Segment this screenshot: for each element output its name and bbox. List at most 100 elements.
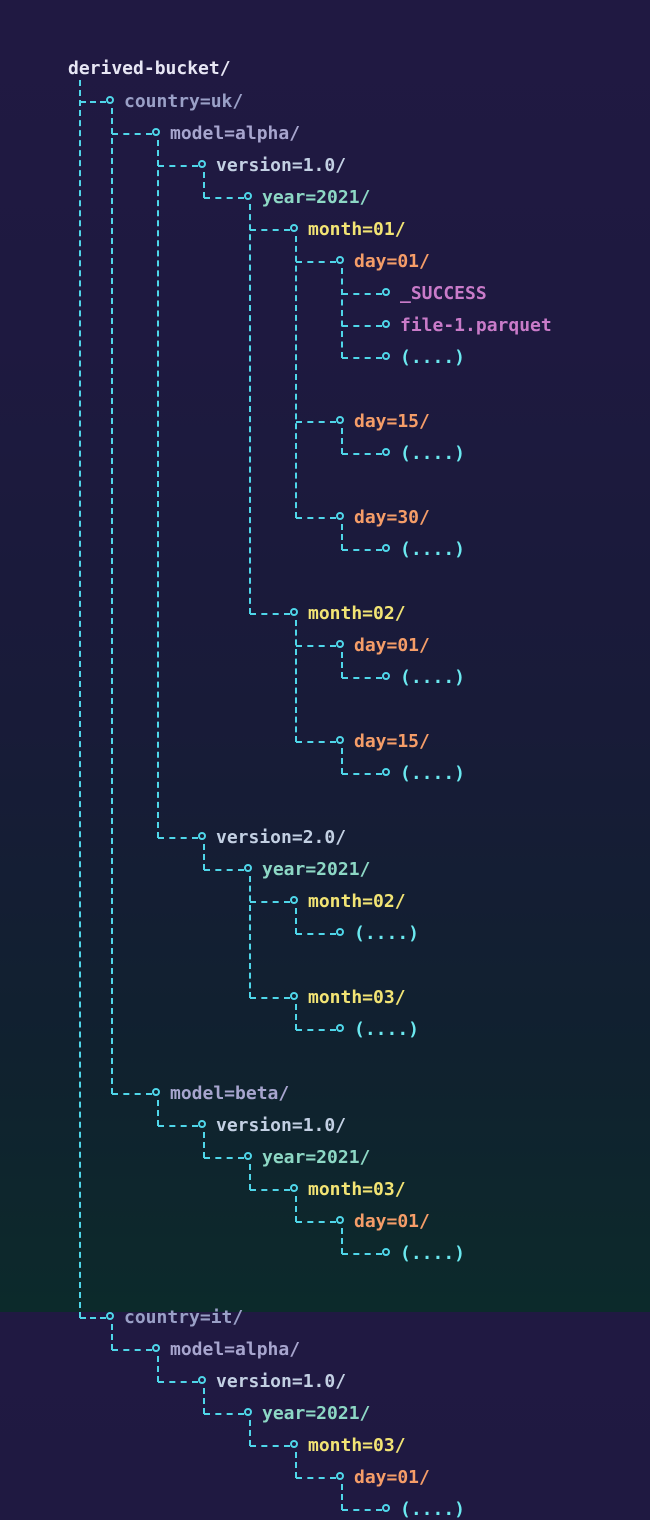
tree-node-label: model=alpha/ xyxy=(170,1339,300,1360)
expand-node-icon[interactable] xyxy=(290,1184,298,1192)
expand-node-icon[interactable] xyxy=(382,672,390,680)
tree-connector-horizontal xyxy=(296,261,336,263)
tree-node-label: year=2021/ xyxy=(262,859,370,880)
expand-node-icon[interactable] xyxy=(106,96,114,104)
tree-connector-horizontal xyxy=(342,1509,382,1511)
tree-connector-vertical xyxy=(295,1452,297,1478)
tree-node-label: month=03/ xyxy=(308,1435,406,1456)
tree-connector-horizontal xyxy=(158,1125,198,1127)
tree-connector-horizontal xyxy=(250,229,290,231)
tree-connector-vertical xyxy=(249,1420,251,1446)
tree-connector-horizontal xyxy=(296,1477,336,1479)
tree-connector-vertical xyxy=(341,268,343,358)
tree-connector-horizontal xyxy=(204,197,244,199)
expand-node-icon[interactable] xyxy=(290,608,298,616)
expand-node-icon[interactable] xyxy=(290,1440,298,1448)
tree-node-label: month=03/ xyxy=(308,987,406,1008)
tree-connector-vertical xyxy=(203,1132,205,1158)
tree-connector-horizontal xyxy=(112,1093,152,1095)
expand-node-icon[interactable] xyxy=(382,1248,390,1256)
tree-connector-horizontal xyxy=(342,677,382,679)
expand-node-icon[interactable] xyxy=(336,416,344,424)
expand-node-icon[interactable] xyxy=(198,1120,206,1128)
expand-node-icon[interactable] xyxy=(336,1216,344,1224)
expand-node-icon[interactable] xyxy=(382,544,390,552)
expand-node-icon[interactable] xyxy=(336,928,344,936)
expand-node-icon[interactable] xyxy=(382,352,390,360)
expand-node-icon[interactable] xyxy=(106,1312,114,1320)
expand-node-icon[interactable] xyxy=(198,832,206,840)
tree-connector-horizontal xyxy=(204,1413,244,1415)
tree-connector-vertical xyxy=(79,80,81,1318)
tree-node-label: year=2021/ xyxy=(262,1403,370,1424)
tree-node-label: day=15/ xyxy=(354,411,430,432)
tree-node-label: day=01/ xyxy=(354,1467,430,1488)
tree-node-label: (....) xyxy=(400,1499,465,1520)
tree-connector-horizontal xyxy=(296,933,336,935)
expand-node-icon[interactable] xyxy=(382,448,390,456)
expand-node-icon[interactable] xyxy=(336,736,344,744)
expand-node-icon[interactable] xyxy=(290,224,298,232)
expand-node-icon[interactable] xyxy=(198,160,206,168)
tree-node-label: (....) xyxy=(354,923,419,944)
tree-connector-horizontal xyxy=(250,997,290,999)
tree-connector-horizontal xyxy=(112,1349,152,1351)
tree-node-label: (....) xyxy=(400,763,465,784)
tree-node-label: model=alpha/ xyxy=(170,123,300,144)
tree-connector-horizontal xyxy=(250,1445,290,1447)
expand-node-icon[interactable] xyxy=(244,192,252,200)
tree-node-label: (....) xyxy=(400,443,465,464)
tree-connector-horizontal xyxy=(250,613,290,615)
tree-connector-vertical xyxy=(341,428,343,454)
tree-node-label: (....) xyxy=(400,667,465,688)
tree-connector-vertical xyxy=(157,140,159,838)
expand-node-icon[interactable] xyxy=(382,288,390,296)
expand-node-icon[interactable] xyxy=(152,1344,160,1352)
tree-connector-vertical xyxy=(341,652,343,678)
tree-connector-horizontal xyxy=(80,1317,106,1319)
tree-node-label: country=uk/ xyxy=(124,91,243,112)
tree-connector-vertical xyxy=(341,524,343,550)
tree-connector-vertical xyxy=(295,908,297,934)
tree-connector-horizontal xyxy=(342,357,382,359)
expand-node-icon[interactable] xyxy=(336,1024,344,1032)
tree-node-label: (....) xyxy=(354,1019,419,1040)
tree-connector-vertical xyxy=(111,108,113,1094)
tree-connector-horizontal xyxy=(204,869,244,871)
expand-node-icon[interactable] xyxy=(244,1152,252,1160)
tree-connector-vertical xyxy=(249,876,251,998)
expand-node-icon[interactable] xyxy=(152,1088,160,1096)
tree-connector-horizontal xyxy=(342,453,382,455)
expand-node-icon[interactable] xyxy=(290,896,298,904)
tree-node-label: model=beta/ xyxy=(170,1083,289,1104)
tree-connector-horizontal xyxy=(250,901,290,903)
tree-connector-vertical xyxy=(249,1164,251,1190)
tree-connector-horizontal xyxy=(342,325,382,327)
expand-node-icon[interactable] xyxy=(336,256,344,264)
expand-node-icon[interactable] xyxy=(336,512,344,520)
tree-node-label: month=03/ xyxy=(308,1179,406,1200)
expand-node-icon[interactable] xyxy=(290,992,298,1000)
tree-connector-vertical xyxy=(157,1100,159,1126)
expand-node-icon[interactable] xyxy=(336,1472,344,1480)
expand-node-icon[interactable] xyxy=(152,128,160,136)
expand-node-icon[interactable] xyxy=(382,320,390,328)
expand-node-icon[interactable] xyxy=(382,768,390,776)
tree-node-label: (....) xyxy=(400,539,465,560)
expand-node-icon[interactable] xyxy=(244,864,252,872)
tree-connector-horizontal xyxy=(204,1157,244,1159)
tree-node-label: version=1.0/ xyxy=(216,1115,346,1136)
expand-node-icon[interactable] xyxy=(336,640,344,648)
tree-connector-vertical xyxy=(203,844,205,870)
tree-connector-vertical xyxy=(341,748,343,774)
expand-node-icon[interactable] xyxy=(198,1376,206,1384)
tree-node-label: year=2021/ xyxy=(262,1147,370,1168)
tree-connector-horizontal xyxy=(296,741,336,743)
tree-connector-vertical xyxy=(341,1484,343,1510)
tree-connector-vertical xyxy=(341,1228,343,1254)
expand-node-icon[interactable] xyxy=(382,1504,390,1512)
expand-node-icon[interactable] xyxy=(244,1408,252,1416)
tree-connector-horizontal xyxy=(342,773,382,775)
tree-node-label: month=01/ xyxy=(308,219,406,240)
tree-node-label: day=01/ xyxy=(354,251,430,272)
